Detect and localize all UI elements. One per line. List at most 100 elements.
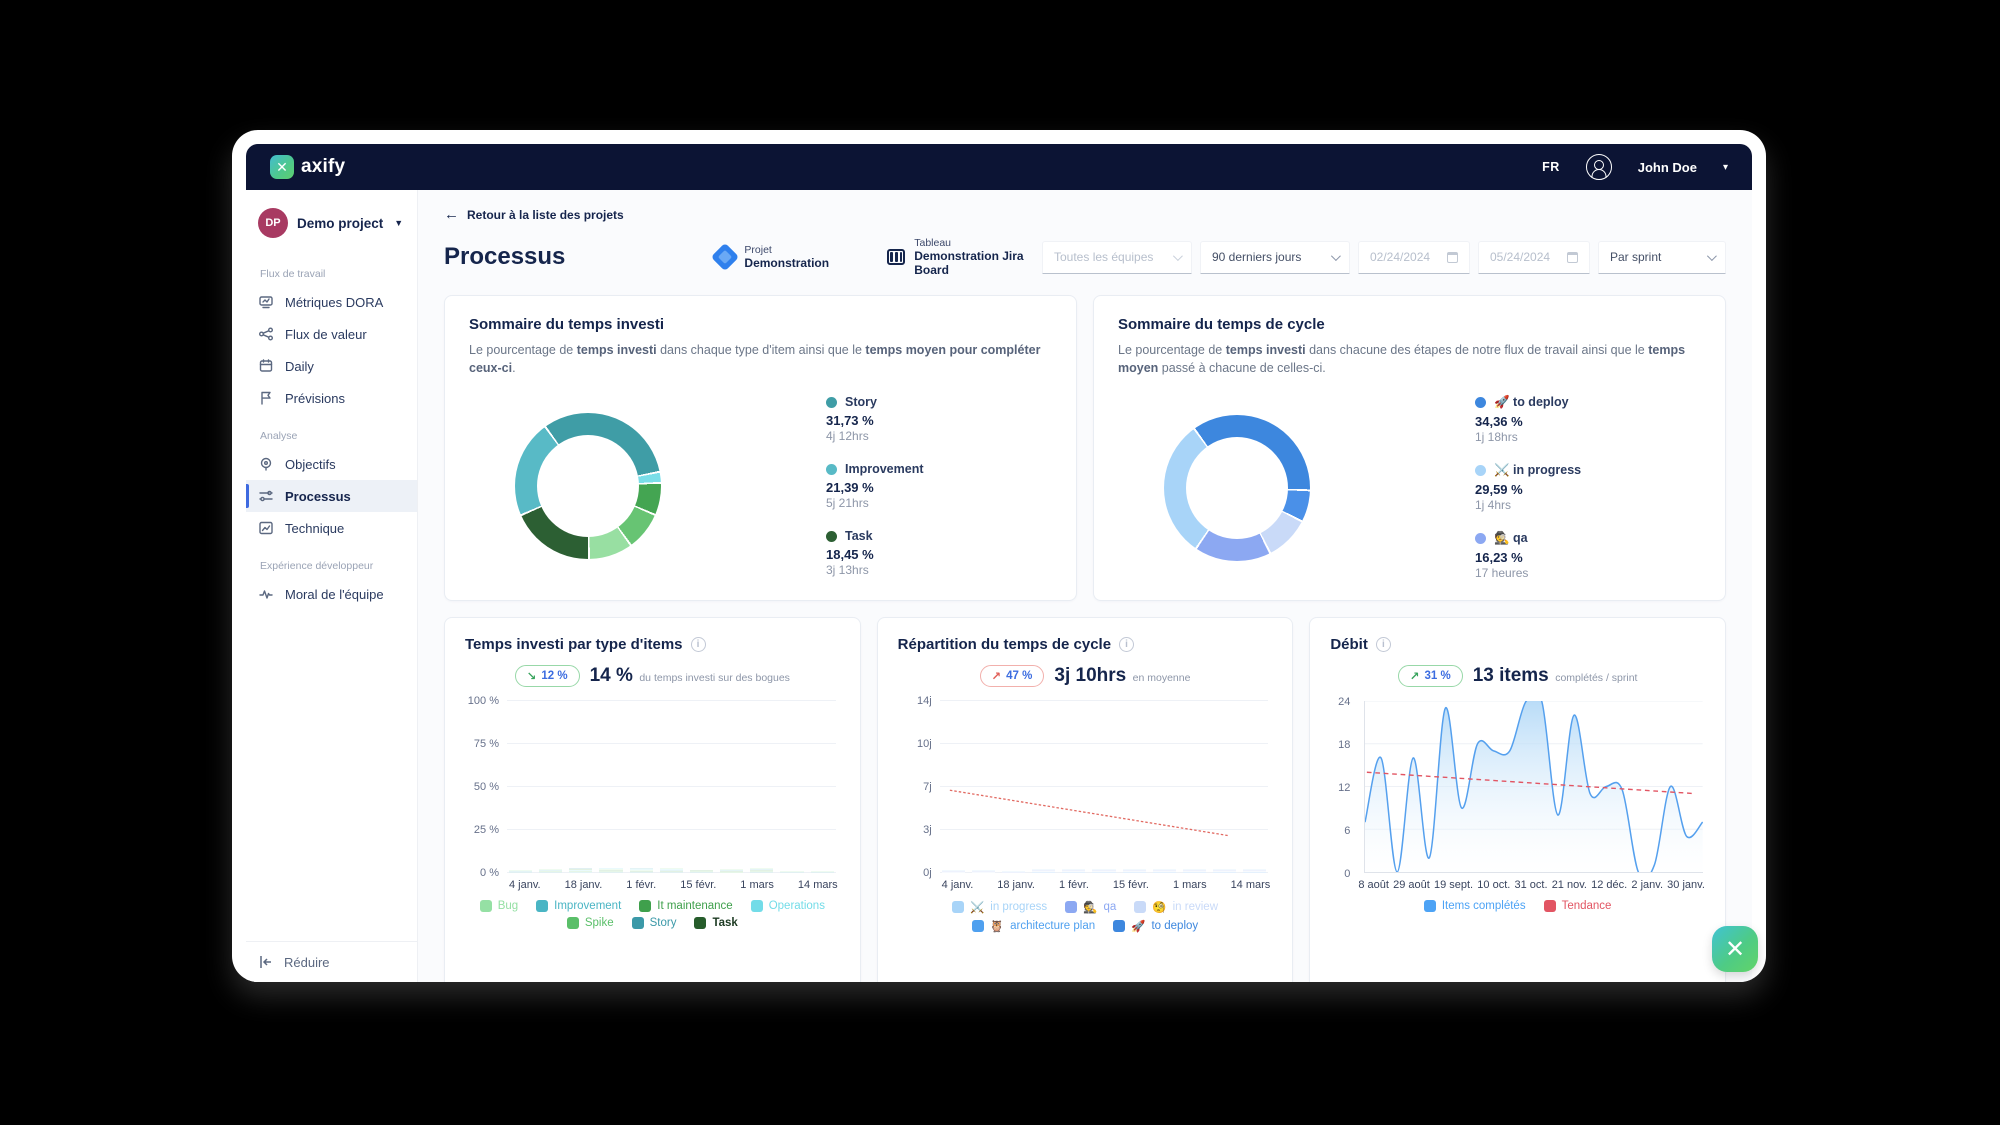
x-axis-tick	[1042, 879, 1052, 891]
x-axis-tick	[609, 879, 619, 891]
x-axis-tick: 12 déc.	[1591, 879, 1627, 891]
x-axis-tick: 1 févr.	[626, 879, 656, 891]
info-icon[interactable]: i	[691, 637, 706, 652]
info-icon[interactable]: i	[1119, 637, 1134, 652]
card-cycle-time-breakdown: Répartition du temps de cycle i ↗ 47 % 3…	[877, 617, 1294, 982]
legend-dot-icon	[826, 531, 837, 542]
info-icon[interactable]: i	[1376, 637, 1391, 652]
legend-label: 🚀 to deploy	[1475, 395, 1665, 410]
area-chart-svg	[1365, 701, 1703, 872]
y-axis-tick: 75 %	[474, 738, 499, 750]
trend-up-arrow-icon: ↗	[1410, 669, 1420, 683]
chevron-down-icon	[1707, 251, 1717, 261]
sidebar-item-objectifs[interactable]: Objectifs	[246, 448, 417, 480]
donut-hole	[537, 435, 639, 537]
cycle-bar-chart[interactable]: 14j10j7j3j0j	[940, 701, 1269, 873]
legend-item: 🚀 to deploy34,36 %1j 18hrs	[1475, 395, 1665, 444]
legend-dot-icon	[826, 464, 837, 475]
stacked-bar[interactable]	[599, 868, 622, 873]
brand-name: axify	[301, 156, 345, 178]
x-axis-tick	[548, 879, 558, 891]
top-navbar: ✕ axify FR John Doe ▾	[246, 144, 1752, 190]
legend-swatch-icon	[632, 917, 644, 929]
sidebar-item-moral-de-l-quipe[interactable]: Moral de l'équipe	[246, 578, 417, 610]
chevron-down-icon: ▼	[394, 218, 403, 228]
y-axis-tick: 3j	[923, 824, 932, 836]
x-axis-tick: 8 août	[1358, 879, 1389, 891]
group-by-select[interactable]: Par sprint	[1598, 241, 1726, 274]
language-switcher[interactable]: FR	[1542, 160, 1560, 174]
legend-item: It maintenance	[639, 900, 732, 912]
trend-badge: ↗ 31 %	[1398, 665, 1463, 687]
legend-swatch-icon	[751, 900, 763, 912]
date-to-input[interactable]: 05/24/2024	[1478, 241, 1590, 274]
legend-item: Operations	[751, 900, 825, 912]
stacked-bar[interactable]	[811, 871, 834, 873]
bar-segment-story	[509, 872, 532, 873]
legend-swatch-icon	[694, 917, 706, 929]
invested-donut-chart[interactable]	[515, 413, 661, 559]
sidebar-item-technique[interactable]: Technique	[246, 512, 417, 544]
sidebar-item-processus[interactable]: Processus	[246, 480, 417, 512]
user-name[interactable]: John Doe	[1638, 160, 1697, 175]
y-axis-tick: 7j	[923, 781, 932, 793]
x-axis-tick: 18 janv.	[565, 879, 603, 891]
sidebar-collapse-button[interactable]: Réduire	[258, 954, 405, 970]
y-axis-tick: 10j	[917, 738, 932, 750]
sidebar-item-daily[interactable]: Daily	[246, 350, 417, 382]
stacked-bar[interactable]	[630, 868, 653, 873]
cycle-donut-chart[interactable]	[1164, 415, 1310, 561]
throughput-area-chart[interactable]	[1364, 701, 1703, 873]
bar-segment-story	[599, 872, 622, 873]
collapse-icon	[258, 954, 274, 970]
legend-time: 5j 21hrs	[826, 496, 1016, 510]
stacked-bar[interactable]	[690, 870, 713, 873]
sidebar-item-label: Daily	[285, 359, 314, 374]
kpi-value: 13 items	[1473, 665, 1549, 686]
user-avatar-icon[interactable]	[1586, 154, 1612, 180]
bar-segment-story	[690, 872, 713, 873]
x-axis-tick: 15 févr.	[680, 879, 716, 891]
chevron-down-icon	[1331, 251, 1341, 261]
sidebar-item-pr-visions[interactable]: Prévisions	[246, 382, 417, 414]
donut-hole	[1186, 437, 1288, 539]
date-from-input[interactable]: 02/24/2024	[1358, 241, 1470, 274]
bar-segment-story	[539, 872, 562, 873]
stacked-bar[interactable]	[509, 870, 532, 873]
x-axis-tick	[1096, 879, 1106, 891]
sidebar-item-label: Flux de valeur	[285, 327, 367, 342]
stacked-bar[interactable]	[720, 869, 743, 873]
x-axis-tick: 18 janv.	[997, 879, 1035, 891]
sidebar-item-label: Processus	[285, 489, 351, 504]
sidebar-item-flux-de-valeur[interactable]: Flux de valeur	[246, 318, 417, 350]
sidebar-item-label: Moral de l'équipe	[285, 587, 384, 602]
x-axis-tick	[781, 879, 791, 891]
stacked-bar[interactable]	[780, 871, 803, 873]
period-select[interactable]: 90 derniers jours	[1200, 241, 1350, 274]
legend-swatch-icon	[972, 920, 984, 932]
stacked-bar[interactable]	[750, 868, 773, 873]
teams-select[interactable]: Toutes les équipes	[1042, 241, 1192, 274]
sidebar-item-m-triques-dora[interactable]: Métriques DORA	[246, 286, 417, 318]
axify-floating-badge-icon[interactable]: ✕	[1712, 926, 1758, 972]
legend-item: 🚀to deploy	[1113, 919, 1198, 933]
invested-bar-chart[interactable]: 100 %75 %50 %25 %0 %	[507, 701, 836, 873]
legend-item: Spike	[567, 917, 614, 929]
y-axis-tick: 25 %	[474, 824, 499, 836]
bars-row	[507, 701, 836, 873]
project-selector[interactable]: DP Demo project ▼	[246, 202, 417, 252]
card-description: Le pourcentage de temps investi dans cha…	[469, 341, 1052, 377]
back-link[interactable]: ← Retour à la liste des projets	[444, 206, 1726, 223]
sidebar-item-label: Prévisions	[285, 391, 345, 406]
x-axis-tick	[980, 879, 990, 891]
legend-time: 1j 18hrs	[1475, 430, 1665, 444]
y-axis-tick: 0 %	[480, 867, 499, 879]
stacked-bar[interactable]	[569, 868, 592, 873]
legend-row: SpikeStoryTask	[567, 917, 738, 929]
stacked-bar[interactable]	[539, 869, 562, 873]
y-axis-tick: 50 %	[474, 781, 499, 793]
legend-item: 🕵️ qa16,23 %17 heures	[1475, 531, 1665, 580]
chevron-down-icon[interactable]: ▾	[1723, 162, 1728, 173]
jira-project-icon	[711, 243, 739, 271]
stacked-bar[interactable]	[660, 868, 683, 873]
